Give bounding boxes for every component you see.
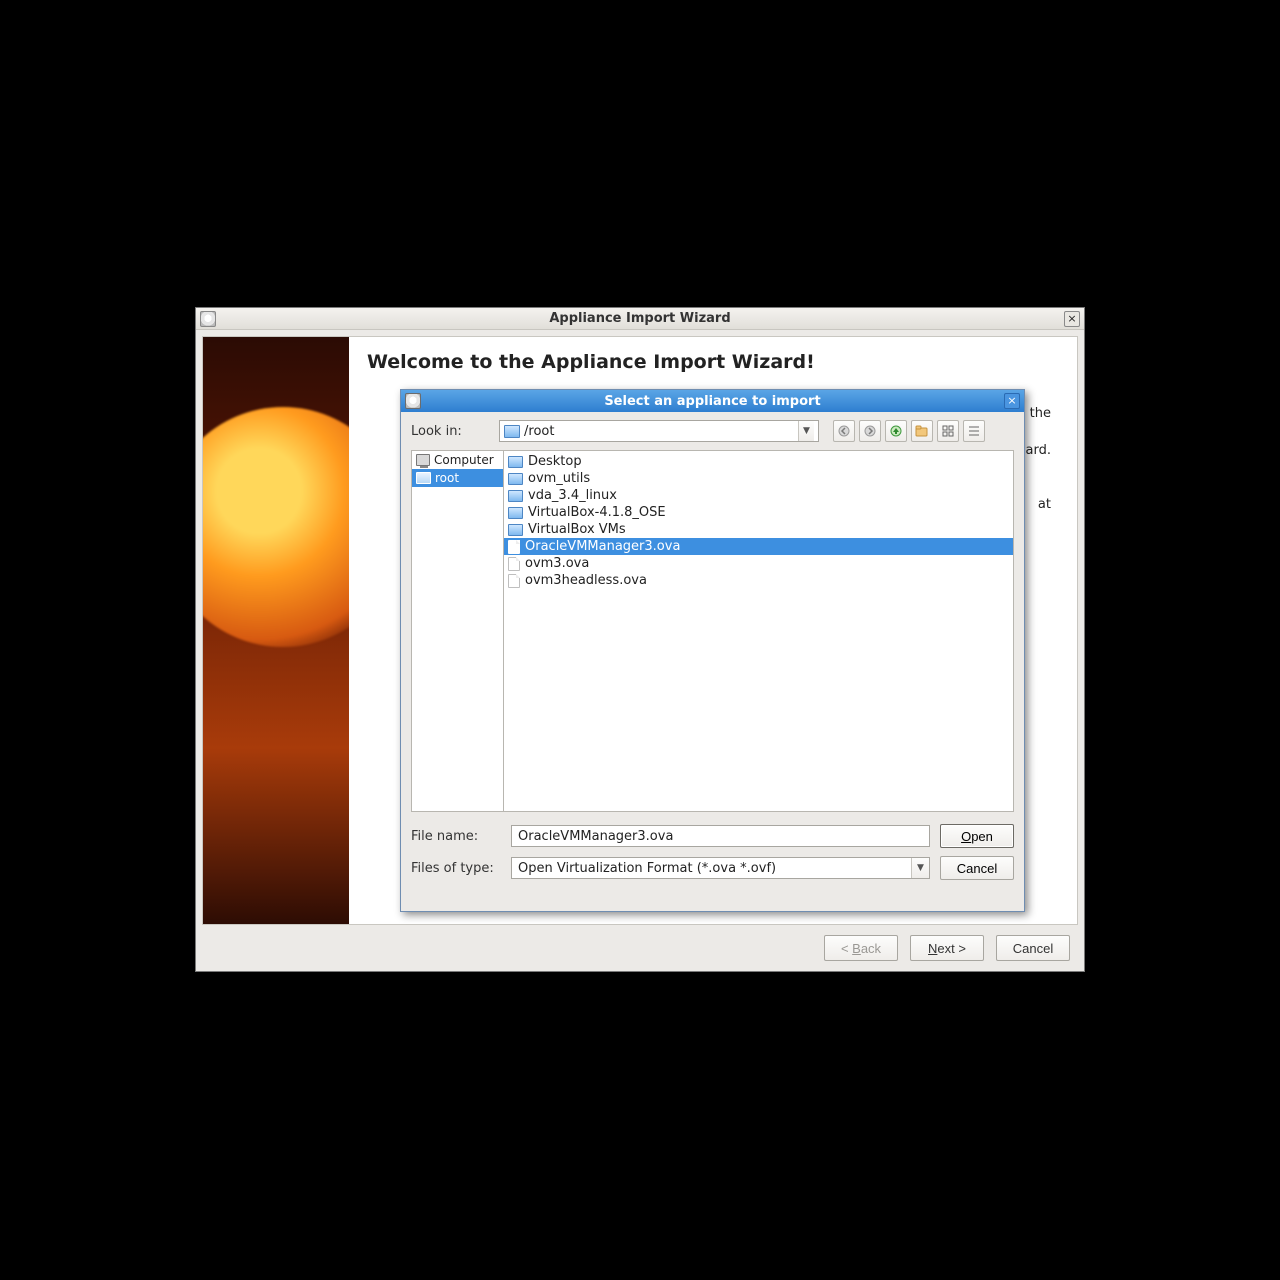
- files-of-type-label: Files of type:: [411, 861, 501, 876]
- banner-graphic: [203, 407, 349, 647]
- folder-icon: [508, 507, 523, 519]
- folder-icon: [508, 490, 523, 502]
- file-dialog-body: Look in: /root ▼: [411, 420, 1014, 901]
- wizard-next-button[interactable]: Next >: [910, 935, 984, 961]
- file-item-label: ovm_utils: [528, 471, 590, 486]
- look-in-label: Look in:: [411, 424, 491, 439]
- chevron-down-icon[interactable]: ▼: [798, 421, 814, 441]
- view-details-button[interactable]: [963, 420, 985, 442]
- wizard-button-bar: < Back Next > Cancel: [824, 935, 1070, 961]
- file-dialog-close-button[interactable]: ×: [1004, 393, 1020, 409]
- file-item-label: ovm3.ova: [525, 556, 589, 571]
- file-item-label: VirtualBox VMs: [528, 522, 626, 537]
- virtualbox-icon: [405, 393, 421, 409]
- folder-item[interactable]: VirtualBox VMs: [504, 521, 1013, 538]
- nav-forward-button[interactable]: [859, 420, 881, 442]
- folder-icon: [508, 524, 523, 536]
- folder-item[interactable]: Desktop: [504, 453, 1013, 470]
- places-sidebar[interactable]: Computer root: [411, 450, 503, 812]
- wizard-title: Appliance Import Wizard: [196, 311, 1084, 326]
- look-in-combo[interactable]: /root ▼: [499, 420, 819, 442]
- file-dialog-titlebar[interactable]: Select an appliance to import ×: [401, 390, 1024, 412]
- folder-item[interactable]: ovm_utils: [504, 470, 1013, 487]
- look-in-value: /root: [524, 424, 794, 439]
- file-dialog-bottom: File name: OracleVMManager3.ova Open Fil…: [411, 824, 1014, 880]
- file-icon: [508, 557, 520, 571]
- file-item-label: VirtualBox-4.1.8_OSE: [528, 505, 666, 520]
- wizard-text-frag-3: at: [1038, 497, 1051, 512]
- wizard-back-button[interactable]: < Back: [824, 935, 898, 961]
- file-item[interactable]: ovm3.ova: [504, 555, 1013, 572]
- file-dialog-cancel-button[interactable]: Cancel: [940, 856, 1014, 880]
- file-item-label: Desktop: [528, 454, 582, 469]
- file-item[interactable]: ovm3headless.ova: [504, 572, 1013, 589]
- places-item-label: Computer: [434, 453, 494, 467]
- wizard-heading: Welcome to the Appliance Import Wizard!: [367, 351, 1059, 373]
- wizard-cancel-button[interactable]: Cancel: [996, 935, 1070, 961]
- file-dialog-main: Computer root Desktop ovm_utils vda_3.4_lin…: [411, 450, 1014, 812]
- wizard-close-button[interactable]: ×: [1064, 311, 1080, 327]
- folder-item[interactable]: vda_3.4_linux: [504, 487, 1013, 504]
- file-list[interactable]: Desktop ovm_utils vda_3.4_linux VirtualBox-…: [503, 450, 1014, 812]
- file-name-label: File name:: [411, 829, 501, 844]
- computer-icon: [416, 454, 430, 466]
- folder-icon: [508, 456, 523, 468]
- places-item[interactable]: root: [412, 469, 503, 487]
- file-name-value: OracleVMManager3.ova: [518, 829, 673, 844]
- places-item-label: root: [435, 471, 459, 485]
- wizard-titlebar[interactable]: Appliance Import Wizard ×: [196, 308, 1084, 330]
- folder-icon: [416, 472, 431, 484]
- open-button[interactable]: Open: [940, 824, 1014, 848]
- file-open-dialog: Select an appliance to import × Look in:…: [400, 389, 1025, 912]
- file-dialog-toolbar: [833, 420, 985, 442]
- folder-icon: [508, 473, 523, 485]
- look-in-row: Look in: /root ▼: [411, 420, 1014, 442]
- files-of-type-combo[interactable]: Open Virtualization Format (*.ova *.ovf)…: [511, 857, 930, 879]
- new-folder-button[interactable]: [911, 420, 933, 442]
- nav-up-button[interactable]: [885, 420, 907, 442]
- file-item-label: ovm3headless.ova: [525, 573, 647, 588]
- wizard-banner: [203, 337, 349, 924]
- nav-back-button[interactable]: [833, 420, 855, 442]
- folder-item[interactable]: VirtualBox-4.1.8_OSE: [504, 504, 1013, 521]
- file-item-label: OracleVMManager3.ova: [525, 539, 680, 554]
- files-of-type-value: Open Virtualization Format (*.ova *.ovf): [518, 861, 776, 876]
- file-item-label: vda_3.4_linux: [528, 488, 617, 503]
- view-icons-button[interactable]: [937, 420, 959, 442]
- places-item[interactable]: Computer: [412, 451, 503, 469]
- file-icon: [508, 574, 520, 588]
- file-icon: [508, 540, 520, 554]
- chevron-down-icon[interactable]: ▼: [911, 858, 929, 878]
- file-dialog-title: Select an appliance to import: [401, 394, 1024, 409]
- file-item[interactable]: OracleVMManager3.ova: [504, 538, 1013, 555]
- virtualbox-icon: [200, 311, 216, 327]
- file-name-input[interactable]: OracleVMManager3.ova: [511, 825, 930, 847]
- folder-icon: [504, 425, 520, 438]
